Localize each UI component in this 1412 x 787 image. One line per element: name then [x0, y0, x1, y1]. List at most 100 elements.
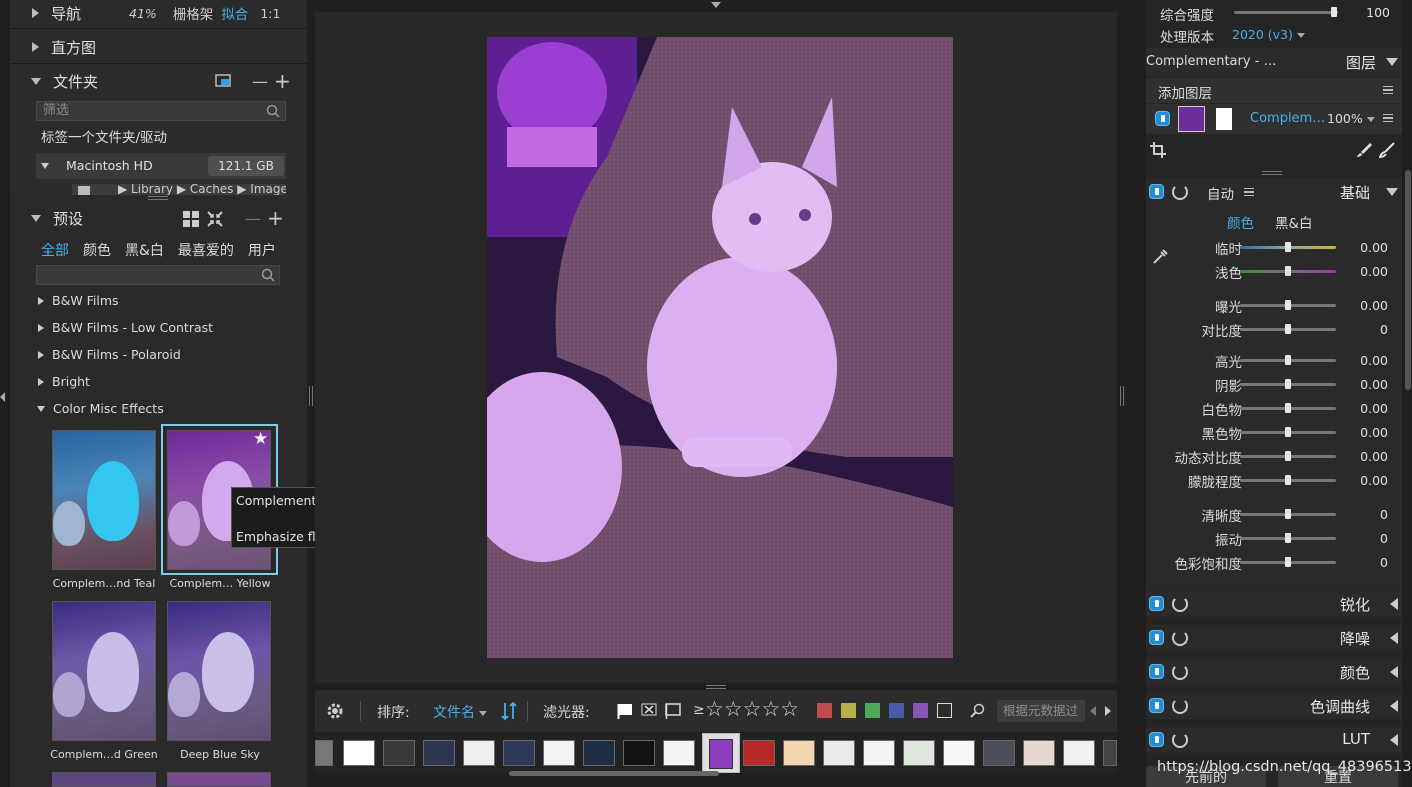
slider-knob[interactable]: [1285, 509, 1291, 519]
tab-all[interactable]: 全部: [41, 240, 69, 260]
slider-value[interactable]: 0.00: [1338, 240, 1388, 255]
tab-color-mode[interactable]: 颜色: [1227, 212, 1254, 232]
section-color[interactable]: 颜色: [1146, 659, 1402, 685]
zoom-fit-option[interactable]: 拟合: [221, 3, 248, 23]
filmstrip-scrollbar[interactable]: [509, 771, 719, 776]
collapse-left-icon[interactable]: [0, 392, 5, 402]
filmstrip-thumb-selected[interactable]: [702, 733, 740, 773]
slider-value[interactable]: 0.00: [1338, 425, 1388, 440]
filmstrip-thumb[interactable]: [983, 740, 1015, 766]
preset-group-color-misc[interactable]: Color Misc Effects: [10, 395, 307, 422]
tab-bw-mode[interactable]: 黑&白: [1275, 212, 1313, 232]
filmstrip-thumb[interactable]: [783, 740, 815, 766]
strength-value[interactable]: 100: [1352, 5, 1390, 20]
color-label-purple[interactable]: [913, 703, 928, 718]
slider-knob[interactable]: [1285, 266, 1291, 276]
slider-value[interactable]: 0.00: [1338, 401, 1388, 416]
reset-icon[interactable]: [1172, 698, 1188, 714]
folder-filter-input[interactable]: 筛选: [36, 101, 286, 121]
filmstrip-resize-handle[interactable]: [706, 685, 726, 689]
basic-enable-toggle[interactable]: [1149, 184, 1164, 199]
filmstrip-thumb[interactable]: [623, 740, 655, 766]
slider-value[interactable]: 0: [1338, 507, 1388, 522]
right-scrollbar[interactable]: [1405, 170, 1411, 390]
color-label-blue[interactable]: [889, 703, 904, 718]
metadata-search-input[interactable]: 根据元数据过: [997, 700, 1085, 722]
slider-value[interactable]: 0.00: [1338, 377, 1388, 392]
slider-value[interactable]: 0: [1338, 531, 1388, 546]
slider-knob[interactable]: [1285, 300, 1291, 310]
color-label-green[interactable]: [865, 703, 880, 718]
favorite-star-icon[interactable]: ★: [253, 429, 268, 449]
metadata-search-icon[interactable]: [969, 703, 985, 723]
reset-icon[interactable]: [1172, 596, 1188, 612]
tab-user[interactable]: 用户: [248, 240, 276, 260]
filmstrip-thumb[interactable]: [583, 740, 615, 766]
preset-thumb[interactable]: [52, 772, 156, 787]
filmstrip-thumb[interactable]: [1063, 740, 1095, 766]
slider-value[interactable]: 0.00: [1338, 264, 1388, 279]
preset-thumb[interactable]: [167, 601, 271, 741]
reset-icon[interactable]: [1172, 184, 1188, 200]
filmstrip-thumb[interactable]: [315, 740, 333, 766]
filmstrip-thumb[interactable]: [463, 740, 495, 766]
zoom-1to1-option[interactable]: 1:1: [260, 6, 280, 21]
filmstrip-thumb[interactable]: [343, 740, 375, 766]
filmstrip-thumb[interactable]: [383, 740, 415, 766]
layer-visibility-toggle[interactable]: [1155, 111, 1170, 126]
sort-dropdown[interactable]: 文件名: [433, 702, 487, 722]
panel-resize-handle[interactable]: [148, 196, 168, 200]
section-tone-curve[interactable]: 色调曲线: [1146, 693, 1402, 719]
collapse-all-icon[interactable]: [207, 211, 223, 231]
layer-item-name[interactable]: Complem…: [1250, 111, 1325, 126]
auto-button[interactable]: 自动: [1207, 183, 1234, 203]
slider-knob[interactable]: [1285, 451, 1291, 461]
slider-knob[interactable]: [1285, 403, 1291, 413]
grid-view-icon[interactable]: [183, 211, 199, 231]
filmstrip-thumb[interactable]: [663, 740, 695, 766]
slider-value[interactable]: 0.00: [1338, 449, 1388, 464]
tab-bw[interactable]: 黑&白: [125, 240, 164, 260]
gradient-brush-icon[interactable]: [1378, 142, 1395, 162]
color-label-red[interactable]: [817, 703, 832, 718]
filmstrip-thumb[interactable]: [823, 740, 855, 766]
filmstrip-thumb[interactable]: [743, 740, 775, 766]
expand-left-icon[interactable]: [1390, 734, 1398, 746]
tab-favorites[interactable]: 最喜爱的: [178, 240, 234, 260]
strength-slider[interactable]: [1234, 11, 1338, 14]
filmstrip-thumb[interactable]: [1103, 740, 1117, 766]
zoom-level[interactable]: 41%: [129, 6, 157, 21]
layer-header[interactable]: Complementary - … 图层: [1146, 48, 1402, 76]
filmstrip-thumb[interactable]: [903, 740, 935, 766]
slider-value[interactable]: 0: [1338, 322, 1388, 337]
unflagged-icon[interactable]: [665, 703, 681, 723]
panel-resize-handle[interactable]: [1262, 171, 1282, 175]
folders-add-button[interactable]: +: [274, 69, 291, 93]
section-toggle[interactable]: [1149, 630, 1164, 645]
preset-search-input[interactable]: [36, 265, 280, 285]
preset-group-bw-films[interactable]: B&W Films: [10, 287, 307, 314]
folders-section[interactable]: 文件夹 — +: [10, 64, 307, 98]
preset-thumb[interactable]: [167, 772, 271, 787]
gear-icon[interactable]: [325, 701, 345, 725]
chevron-down-icon[interactable]: [1386, 188, 1398, 196]
color-label-yellow[interactable]: [841, 703, 856, 718]
version-dropdown[interactable]: 2020 (v3): [1232, 27, 1305, 42]
flag-icon[interactable]: [617, 703, 633, 723]
section-toggle[interactable]: [1149, 664, 1164, 679]
filmstrip-thumb[interactable]: [1023, 740, 1055, 766]
presets-section[interactable]: 预设 — +: [10, 201, 307, 235]
filmstrip-thumb[interactable]: [423, 740, 455, 766]
slider-value[interactable]: 0.00: [1338, 298, 1388, 313]
menu-icon[interactable]: [1383, 86, 1393, 94]
zoom-grid-option[interactable]: 栅格架: [173, 3, 214, 23]
main-photo[interactable]: [487, 37, 953, 658]
slider-knob[interactable]: [1285, 379, 1291, 389]
section-toggle[interactable]: [1149, 732, 1164, 747]
layer-thumbnail[interactable]: [1178, 106, 1205, 132]
presets-add-button[interactable]: +: [267, 206, 284, 230]
add-layer-button[interactable]: 添加图层: [1158, 82, 1212, 102]
layer-item[interactable]: Complem… 100%: [1146, 104, 1402, 134]
collapse-top-icon[interactable]: [711, 2, 721, 8]
menu-icon[interactable]: [1244, 188, 1254, 196]
